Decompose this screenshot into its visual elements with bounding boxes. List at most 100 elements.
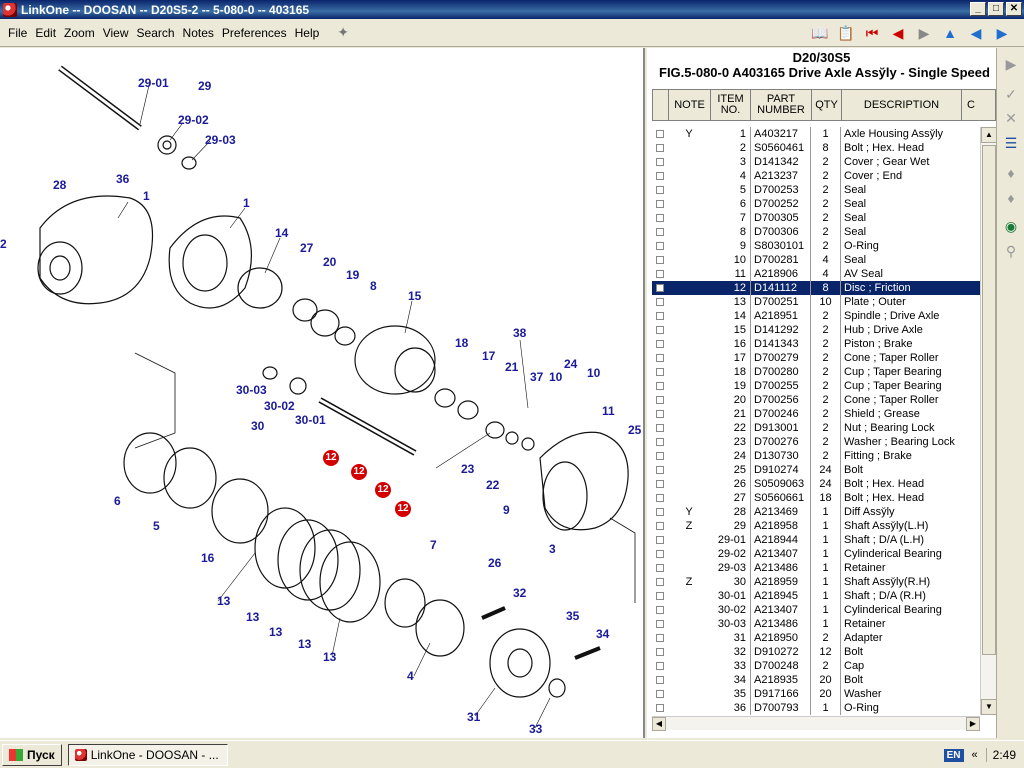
vertical-scrollbar[interactable]: ▲ ▼	[980, 127, 997, 715]
callout-label[interactable]: 29-03	[205, 133, 236, 147]
column-item[interactable]: ITEM NO.	[711, 90, 751, 120]
table-row[interactable]: 29-02 A213407 1 Cylinderical Bearing	[652, 547, 980, 561]
callout-label[interactable]: 33	[529, 722, 542, 736]
callout-label[interactable]: 23	[461, 462, 474, 476]
row-checkbox[interactable]	[652, 519, 668, 533]
table-row[interactable]: 34 A218935 20 Bolt	[652, 673, 980, 687]
callout-label[interactable]: 1	[243, 196, 250, 210]
exploded-drawing[interactable]: 29-01 29 29-02 29-03 28 36 1 1 2 14 27 20 19 8 15 38 18 1…	[0, 48, 645, 738]
callout-label[interactable]: 18	[455, 336, 468, 350]
table-row[interactable]: 35 D917166 20 Washer	[652, 687, 980, 701]
table-row[interactable]: 3 D141342 2 Cover ; Gear Wet	[652, 155, 980, 169]
callout-label[interactable]: 4	[407, 669, 414, 683]
table-row[interactable]: 7 D700305 2 Seal	[652, 211, 980, 225]
row-checkbox[interactable]	[652, 491, 668, 505]
callout-label[interactable]: 25	[628, 423, 641, 437]
callout-label[interactable]: 29-02	[178, 113, 209, 127]
row-checkbox[interactable]	[652, 617, 668, 631]
scroll-thumb[interactable]	[982, 145, 996, 655]
first-icon[interactable]: ⏮	[862, 22, 882, 44]
cart-add-icon[interactable]: ♦	[1001, 188, 1021, 208]
menu-preferences[interactable]: Preferences	[218, 26, 291, 40]
callout-label[interactable]: 24	[564, 357, 577, 371]
callout-label[interactable]: 20	[323, 255, 336, 269]
column-qty[interactable]: QTY	[812, 90, 842, 120]
row-checkbox[interactable]	[652, 533, 668, 547]
column-part[interactable]: PART NUMBER	[751, 90, 812, 120]
row-checkbox[interactable]	[652, 407, 668, 421]
table-row[interactable]: 23 D700276 2 Washer ; Bearing Lock	[652, 435, 980, 449]
row-checkbox[interactable]	[652, 561, 668, 575]
table-row[interactable]: Z 29 A218958 1 Shaft Assy̆ly(L.H)	[652, 519, 980, 533]
callout-label[interactable]: 2	[0, 237, 7, 251]
callout-label[interactable]: 6	[114, 494, 121, 508]
row-checkbox[interactable]	[652, 435, 668, 449]
previous-icon[interactable]: ◀	[888, 22, 908, 44]
callout-label[interactable]: 19	[346, 268, 359, 282]
table-row[interactable]: 11 A218906 4 AV Seal	[652, 267, 980, 281]
callout-label[interactable]: 13	[246, 610, 259, 624]
callout-label[interactable]: 38	[513, 326, 526, 340]
callout-label[interactable]: 9	[503, 503, 510, 517]
scroll-left-icon[interactable]: ◀	[652, 717, 666, 731]
callout-label[interactable]: 5	[153, 519, 160, 533]
notes-icon[interactable]: 📋	[836, 22, 856, 44]
table-row[interactable]: 19 D700255 2 Cup ; Taper Bearing	[652, 379, 980, 393]
menu-edit[interactable]: Edit	[31, 26, 60, 40]
row-checkbox[interactable]	[652, 155, 668, 169]
callout-label[interactable]: 14	[275, 226, 288, 240]
row-checkbox[interactable]	[652, 421, 668, 435]
table-row[interactable]: 24 D130730 2 Fitting ; Brake	[652, 449, 980, 463]
highlight-badge[interactable]: 12	[323, 450, 339, 466]
callout-label[interactable]: 21	[505, 360, 518, 374]
row-checkbox[interactable]	[652, 463, 668, 477]
table-row[interactable]: 17 D700279 2 Cone ; Taper Roller	[652, 351, 980, 365]
table-row[interactable]: 21 D700246 2 Shield ; Grease	[652, 407, 980, 421]
table-row[interactable]: 30-01 A218945 1 Shaft ; D/A (R.H)	[652, 589, 980, 603]
table-row[interactable]: 27 S0560661 18 Bolt ; Hex. Head	[652, 491, 980, 505]
start-button[interactable]: Пуск	[2, 743, 62, 766]
row-checkbox[interactable]	[652, 631, 668, 645]
callout-label[interactable]: 13	[298, 637, 311, 651]
row-checkbox[interactable]	[652, 267, 668, 281]
row-checkbox[interactable]	[652, 253, 668, 267]
table-row[interactable]: 13 D700251 10 Plate ; Outer	[652, 295, 980, 309]
row-checkbox[interactable]	[652, 477, 668, 491]
callout-label[interactable]: 32	[513, 586, 526, 600]
menu-notes[interactable]: Notes	[179, 26, 218, 40]
highlight-badge[interactable]: 12	[395, 501, 411, 517]
row-checkbox[interactable]	[652, 281, 668, 295]
column-note[interactable]: NOTE	[669, 90, 711, 120]
row-checkbox[interactable]	[652, 239, 668, 253]
callout-label[interactable]: 34	[596, 627, 609, 641]
row-checkbox[interactable]	[652, 141, 668, 155]
table-row[interactable]: 5 D700253 2 Seal	[652, 183, 980, 197]
table-row[interactable]: 9 S8030101 2 O-Ring	[652, 239, 980, 253]
table-row[interactable]: 25 D910274 24 Bolt	[652, 463, 980, 477]
callout-label[interactable]: 17	[482, 349, 495, 363]
check-icon[interactable]: ✓	[1001, 84, 1021, 104]
callout-label[interactable]: 13	[269, 625, 282, 639]
table-row[interactable]: 29-01 A218944 1 Shaft ; D/A (L.H)	[652, 533, 980, 547]
callout-label[interactable]: 10	[587, 366, 600, 380]
callout-label[interactable]: 29	[198, 79, 211, 93]
book-icon[interactable]: 📖	[810, 22, 830, 44]
menu-help[interactable]: Help	[291, 26, 324, 40]
list-icon[interactable]: ☰	[1001, 133, 1021, 153]
row-checkbox[interactable]	[652, 589, 668, 603]
scroll-up-icon[interactable]: ▲	[981, 127, 997, 143]
highlight-badge[interactable]: 12	[351, 464, 367, 480]
language-indicator[interactable]: EN	[943, 748, 964, 762]
table-row[interactable]: 26 S0509063 24 Bolt ; Hex. Head	[652, 477, 980, 491]
table-row[interactable]: 31 A218950 2 Adapter	[652, 631, 980, 645]
column-description[interactable]: DESCRIPTION	[842, 90, 962, 120]
callout-label[interactable]: 29-01	[138, 76, 169, 90]
callout-label[interactable]: 30-02	[264, 399, 295, 413]
callout-label[interactable]: 3	[549, 542, 556, 556]
table-row[interactable]: 2 S0560461 8 Bolt ; Hex. Head	[652, 141, 980, 155]
table-row[interactable]: 12 D141112 8 Disc ; Friction	[652, 281, 980, 295]
table-row[interactable]: 8 D700306 2 Seal	[652, 225, 980, 239]
table-row[interactable]: 32 D910272 12 Bolt	[652, 645, 980, 659]
row-checkbox[interactable]	[652, 295, 668, 309]
callout-label[interactable]: 1	[143, 189, 150, 203]
